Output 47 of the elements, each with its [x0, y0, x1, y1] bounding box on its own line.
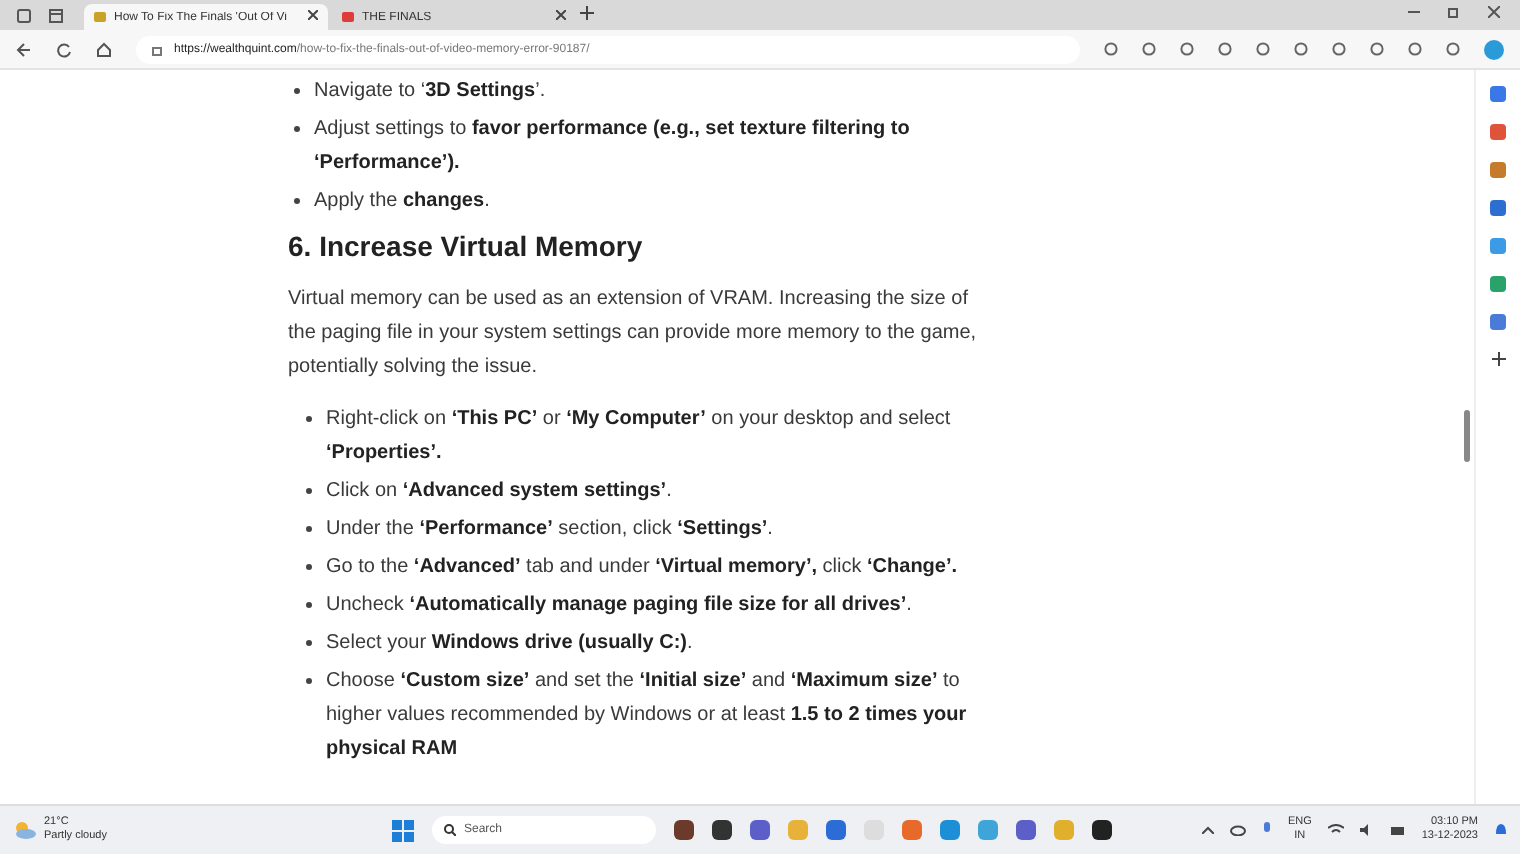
list-item-text: Right-click on ‘This PC’ or ‘My Computer’ on your desktop and select ‘Properties’. — [326, 406, 953, 468]
list-item-text: Navigate to ‘3D Settings’. — [314, 78, 546, 106]
paragraph: Virtual memory can be used as an extension of VRAM. Increasing the size of the paging file in your system settings can provide more memory to the game, potentially solving the issue. — [288, 286, 979, 382]
bullet-icon — [306, 564, 312, 570]
sidebar-app-icon[interactable] — [1490, 86, 1506, 102]
bullet-icon — [294, 198, 300, 204]
section-heading: 6. Increase Virtual Memory — [288, 230, 645, 262]
sidebar-app-icon[interactable] — [1490, 314, 1506, 330]
wifi-icon[interactable] — [1327, 824, 1344, 836]
list-item-text: Uncheck ‘Automatically manage paging file size for all drives’. — [326, 592, 912, 620]
sidebar-app-icon[interactable] — [1490, 124, 1506, 140]
volume-icon[interactable] — [1359, 824, 1374, 836]
list-item-text: Select your Windows drive (usually C:). — [326, 630, 693, 658]
bullet-icon — [294, 126, 300, 132]
close-icon[interactable] — [556, 10, 566, 24]
close-icon[interactable] — [308, 10, 318, 24]
list-item-text: Adjust settings to favor performance (e.g., set texture filtering to ‘Performance’). — [314, 116, 912, 178]
site-icon — [94, 12, 106, 22]
add-icon[interactable] — [1491, 352, 1505, 370]
notification-bell-icon[interactable] — [1494, 822, 1508, 838]
bullet-icon — [294, 88, 300, 94]
bullet-icon — [306, 640, 312, 646]
search-icon — [444, 824, 456, 836]
list-item-text: Go to the ‘Advanced’ tab and under ‘Virtual memory’, click ‘Change’. — [326, 554, 958, 582]
restore-icon[interactable] — [1448, 6, 1460, 18]
list-item-text: Apply the changes. — [314, 188, 490, 216]
back-icon[interactable] — [16, 41, 32, 57]
list-item-text: Choose ‘Custom size’ and set the ‘Initial size’ and ‘Maximum size’ to higher values recommended by Windows or at least 1.5 to 2 times your physical RAM — [326, 668, 969, 764]
bullet-icon — [306, 526, 312, 532]
bullet-icon — [306, 488, 312, 494]
start-icon[interactable] — [392, 819, 414, 841]
minimize-icon[interactable] — [1408, 6, 1420, 18]
bullet-icon — [306, 678, 312, 684]
weather-icon — [12, 820, 36, 840]
bullet-icon — [306, 602, 312, 608]
tabs-icon[interactable] — [48, 8, 64, 24]
list-item-text: Click on ‘Advanced system settings’. — [326, 478, 672, 506]
tab-actions-icon[interactable] — [16, 8, 32, 24]
home-icon[interactable] — [96, 41, 112, 57]
close-icon[interactable] — [1488, 6, 1500, 18]
list-item-text: Under the ‘Performance’ section, click ‘Settings’. — [326, 516, 773, 544]
site-icon — [342, 12, 354, 22]
new-tab-icon[interactable] — [580, 6, 594, 24]
bullet-icon — [306, 416, 312, 422]
sidebar-app-icon[interactable] — [1490, 200, 1506, 216]
scrollbar-thumb[interactable] — [1463, 410, 1469, 462]
chevron-icon[interactable] — [1201, 826, 1214, 834]
